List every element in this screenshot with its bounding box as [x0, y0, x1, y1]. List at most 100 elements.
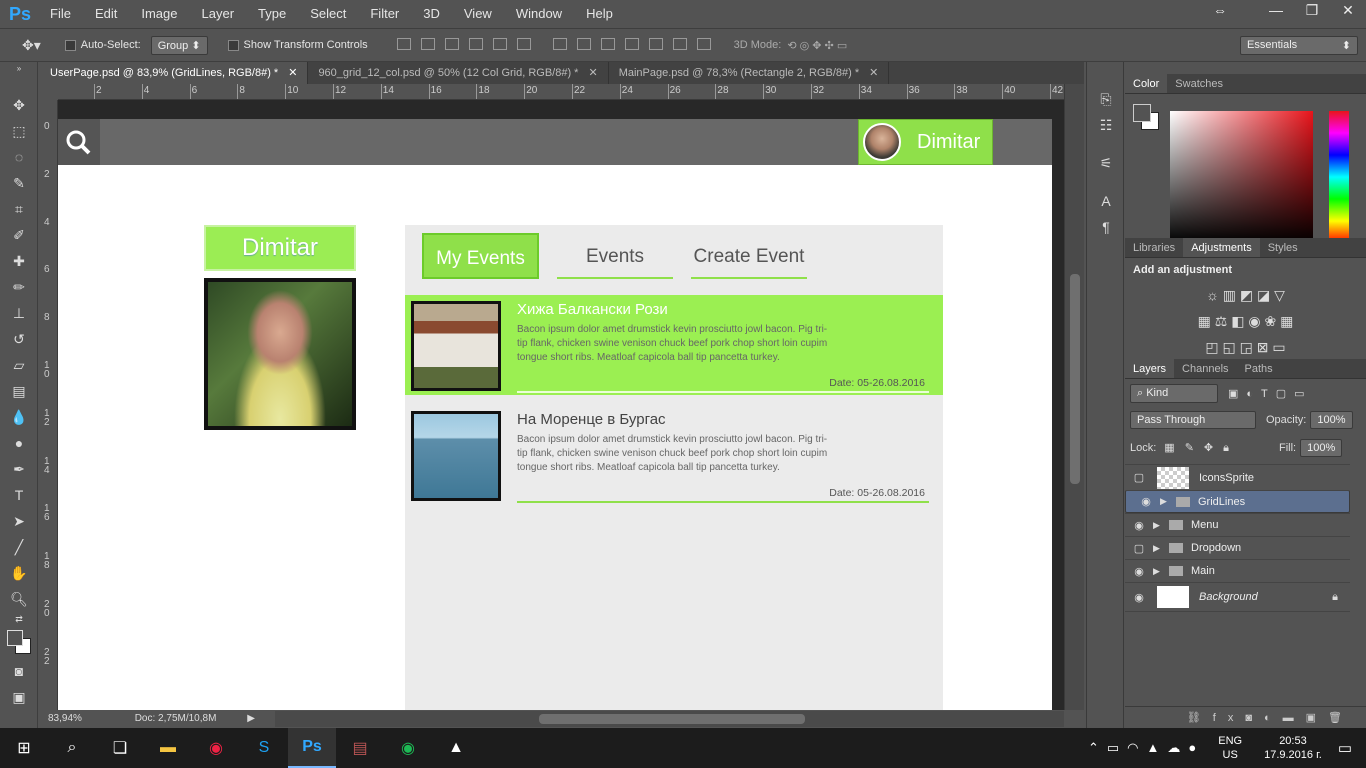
tab-libraries[interactable]: Libraries	[1125, 238, 1183, 257]
tab-userpage[interactable]: UserPage.psd @ 83,9% (GridLines, RGB/8#)…	[40, 62, 309, 84]
layer-row[interactable]: ◉ ▶ GridLines	[1125, 490, 1350, 513]
stamp-tool-icon[interactable]: ⊥	[0, 300, 38, 326]
brush-tool-icon[interactable]: ✏	[0, 274, 38, 300]
photoshop-icon[interactable]: Ps	[288, 728, 336, 768]
horizontal-scrollbar[interactable]	[275, 711, 1064, 727]
auto-select-dropdown[interactable]: Group ⬍	[150, 35, 208, 55]
expand-icon[interactable]: ▶	[1153, 566, 1165, 577]
quick-select-tool-icon[interactable]: ✎	[0, 170, 38, 196]
screen-mode-icon[interactable]: ▣	[0, 684, 38, 710]
healing-tool-icon[interactable]: ✚	[0, 248, 38, 274]
align-icons[interactable]	[392, 37, 536, 53]
tab-swatches[interactable]: Swatches	[1167, 74, 1231, 93]
path-select-tool-icon[interactable]: ➤	[0, 508, 38, 534]
swap-colors-icon[interactable]: ⇄	[0, 612, 38, 626]
tab-styles[interactable]: Styles	[1260, 238, 1306, 257]
history-icon[interactable]: ⎘	[1087, 86, 1125, 112]
crop-tool-icon[interactable]: ⌗	[0, 196, 38, 222]
expand-icon[interactable]: ▶	[1160, 496, 1172, 507]
blend-mode-dropdown[interactable]: Pass Through	[1130, 411, 1256, 429]
fill-field[interactable]: 100%	[1300, 439, 1343, 457]
type-tool-icon[interactable]: T	[0, 482, 38, 508]
eye-icon[interactable]: ◉	[1132, 495, 1160, 508]
pen-tool-icon[interactable]: ✒	[0, 456, 38, 482]
close-button[interactable]: ✕	[1330, 0, 1366, 22]
layer-row[interactable]: ◉ ▶ Menu	[1125, 513, 1350, 536]
status-arrow-icon[interactable]: ▶	[247, 713, 255, 724]
close-icon[interactable]: ✕	[288, 67, 297, 79]
dodge-tool-icon[interactable]: ●	[0, 430, 38, 456]
layer-row[interactable]: ◉ ▶ Main	[1125, 559, 1350, 582]
task-view-icon[interactable]: ❏	[96, 728, 144, 768]
paragraph-icon[interactable]: ¶	[1087, 214, 1125, 240]
vertical-scrollbar[interactable]	[1064, 84, 1084, 710]
eye-icon[interactable]: ◉	[1125, 565, 1153, 578]
menu-type[interactable]: Type	[246, 0, 298, 28]
menu-file[interactable]: File	[38, 0, 83, 28]
minimize-button[interactable]: —	[1258, 0, 1294, 22]
tab-paths[interactable]: Paths	[1237, 359, 1281, 378]
restore-button[interactable]: ❐	[1294, 0, 1330, 22]
expand-icon[interactable]: ▶	[1153, 520, 1165, 531]
tray-icons[interactable]: ⌃▭◠▲☁●	[1088, 740, 1204, 756]
menu-edit[interactable]: Edit	[83, 0, 129, 28]
zoom-level[interactable]: 83,94%	[48, 713, 82, 724]
eye-icon[interactable]: ◉	[1125, 519, 1153, 532]
chrome-icon[interactable]: ◉	[192, 728, 240, 768]
move-tool-icon[interactable]: ✥▾	[22, 37, 41, 54]
start-button[interactable]: ⊞	[0, 728, 48, 768]
line-tool-icon[interactable]: ╱	[0, 534, 38, 560]
document-canvas[interactable]: Dimitar Dimitar My Events Events Create …	[58, 119, 1052, 710]
tab-channels[interactable]: Channels	[1174, 359, 1236, 378]
menu-filter[interactable]: Filter	[358, 0, 411, 28]
hand-tool-icon[interactable]: ✋	[0, 560, 38, 586]
search-icon[interactable]: ⌕	[48, 728, 96, 768]
fg-bg-swatch[interactable]	[1133, 104, 1161, 132]
clock[interactable]: 20:53 17.9.2016 г.	[1264, 734, 1322, 762]
blur-tool-icon[interactable]: 💧	[0, 404, 38, 430]
photos-icon[interactable]: ▲	[432, 728, 480, 768]
visibility-toggle[interactable]: ▢	[1125, 471, 1153, 484]
skype-icon[interactable]: S	[240, 728, 288, 768]
gradient-tool-icon[interactable]: ▤	[0, 378, 38, 404]
layer-actions[interactable]: ⛓fx◙◐▬▣🗑︎	[1125, 706, 1366, 728]
properties-icon[interactable]: ☷	[1087, 112, 1125, 138]
winrar-icon[interactable]: ▤	[336, 728, 384, 768]
eraser-tool-icon[interactable]: ▱	[0, 352, 38, 378]
tab-grid[interactable]: 960_grid_12_col.psd @ 50% (12 Col Grid, …	[308, 62, 609, 84]
visibility-toggle[interactable]: ▢	[1125, 542, 1153, 555]
spotify-icon[interactable]: ◉	[384, 728, 432, 768]
language-indicator[interactable]: ENG US	[1218, 734, 1242, 762]
tab-color[interactable]: Color	[1125, 74, 1168, 93]
filter-icons[interactable]: ▣◐T▢▭	[1228, 387, 1313, 400]
adjustment-icons[interactable]: ☼ ▥ ◩ ◪ ▽ ▦ ⚖ ◧ ◉ ❀ ▦ ◰ ◱ ◲ ⊠ ▭	[1125, 282, 1366, 360]
history-brush-icon[interactable]: ↺	[0, 326, 38, 352]
tab-layers[interactable]: Layers	[1125, 359, 1175, 378]
marquee-tool-icon[interactable]: ⬚	[0, 118, 38, 144]
distribute-icons[interactable]	[548, 37, 716, 53]
layer-row[interactable]: ◉ Background 🔒︎	[1125, 582, 1350, 612]
hue-slider[interactable]	[1329, 111, 1349, 243]
auto-select-checkbox[interactable]	[64, 39, 81, 51]
menu-view[interactable]: View	[452, 0, 504, 28]
brush-presets-icon[interactable]: ⚟	[1087, 150, 1125, 176]
opacity-field[interactable]: 100%	[1310, 411, 1353, 429]
3d-mode-icons[interactable]: ⟲ ◎ ✥ ✣ ▭	[787, 39, 847, 52]
collapse-icon[interactable]: »	[0, 62, 38, 74]
arrange-icon[interactable]: ⇔	[1202, 0, 1238, 22]
menu-layer[interactable]: Layer	[190, 0, 247, 28]
menu-help[interactable]: Help	[574, 0, 625, 28]
menu-image[interactable]: Image	[129, 0, 189, 28]
expand-icon[interactable]: ▶	[1153, 543, 1165, 554]
menu-window[interactable]: Window	[504, 0, 574, 28]
eyedropper-tool-icon[interactable]: ✐	[0, 222, 38, 248]
lock-icons[interactable]: ▦✎✥🔒︎	[1164, 441, 1239, 455]
layer-row[interactable]: ▢ ▶ Dropdown	[1125, 536, 1350, 559]
menu-select[interactable]: Select	[298, 0, 358, 28]
character-icon[interactable]: A	[1087, 188, 1125, 214]
workspace-dropdown[interactable]: Essentials ⬍	[1240, 35, 1358, 55]
tab-adjustments[interactable]: Adjustments	[1183, 238, 1260, 257]
file-explorer-icon[interactable]: ▬	[144, 728, 192, 768]
layer-row[interactable]: ▢ IconsSprite	[1125, 464, 1350, 490]
move-tool-icon[interactable]: ✥	[0, 92, 38, 118]
